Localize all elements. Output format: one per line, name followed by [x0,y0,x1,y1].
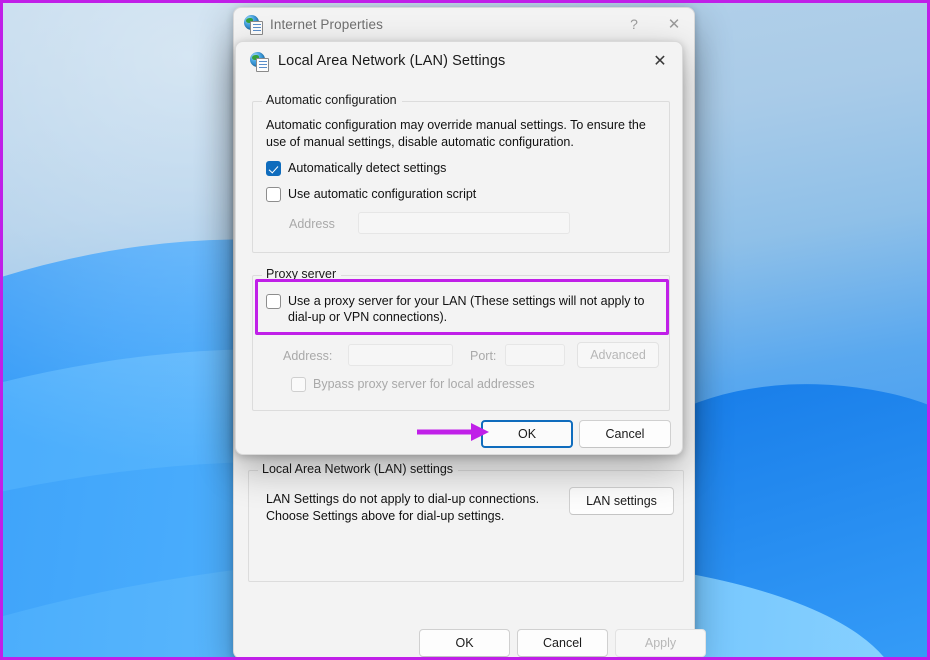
proxy-server-legend: Proxy server [262,267,342,281]
globe-page-icon [244,15,263,35]
use-proxy-server-checkbox[interactable] [266,294,281,309]
automatic-configuration-legend: Automatic configuration [262,93,402,107]
lan-settings-dialog: Local Area Network (LAN) Settings ✕ Auto… [235,41,683,455]
internet-properties-apply-button: Apply [615,629,706,657]
internet-properties-title: Internet Properties [270,16,383,32]
proxy-port-input [505,344,565,366]
bypass-proxy-label: Bypass proxy server for local addresses [313,377,535,391]
script-address-input [358,212,570,234]
auto-detect-settings-checkbox[interactable] [266,161,281,176]
annotation-arrow [409,417,499,447]
use-automatic-configuration-script-row[interactable]: Use automatic configuration script [266,186,476,202]
lan-settings-body: Automatic configuration Automatic config… [236,80,682,454]
use-proxy-server-row[interactable]: Use a proxy server for your LAN (These s… [266,293,656,325]
auto-detect-settings-label: Automatically detect settings [288,161,447,175]
automatic-configuration-group: Automatic configuration Automatic config… [252,93,670,253]
lan-settings-group: Local Area Network (LAN) settings LAN Se… [248,462,684,582]
lan-settings-description: LAN Settings do not apply to dial-up con… [266,492,540,523]
bypass-proxy-checkbox [291,377,306,392]
use-automatic-configuration-script-label: Use automatic configuration script [288,187,477,201]
bypass-proxy-row: Bypass proxy server for local addresses [291,376,535,392]
use-automatic-configuration-script-checkbox[interactable] [266,187,281,202]
auto-detect-settings-row[interactable]: Automatically detect settings [266,160,446,176]
internet-properties-ok-button[interactable]: OK [419,629,510,657]
globe-page-icon [250,52,269,72]
proxy-port-label: Port: [470,349,497,363]
proxy-address-label: Address: [283,349,333,363]
use-proxy-server-label: Use a proxy server for your LAN (These s… [288,294,645,324]
advanced-button: Advanced [577,342,659,368]
internet-properties-title-bar: Internet Properties ? ✕ [234,8,694,40]
script-address-label: Address [289,217,335,231]
close-icon[interactable]: ✕ [638,43,682,79]
proxy-server-group: Proxy server Use a proxy server for your… [252,267,670,411]
lan-settings-title-bar: Local Area Network (LAN) Settings ✕ [236,42,682,80]
internet-properties-cancel-button[interactable]: Cancel [517,629,608,657]
automatic-configuration-description: Automatic configuration may override man… [266,118,646,149]
lan-settings-button[interactable]: LAN settings [569,487,674,515]
close-icon[interactable]: ✕ [654,9,694,40]
lan-settings-cancel-button[interactable]: Cancel [579,420,671,448]
lan-settings-title: Local Area Network (LAN) Settings [278,53,506,69]
help-button[interactable]: ? [614,9,654,40]
proxy-address-input [348,344,453,366]
screen: Internet Properties ? ✕ Local Area Netwo… [0,0,930,660]
lan-settings-group-legend: Local Area Network (LAN) settings [258,462,459,476]
